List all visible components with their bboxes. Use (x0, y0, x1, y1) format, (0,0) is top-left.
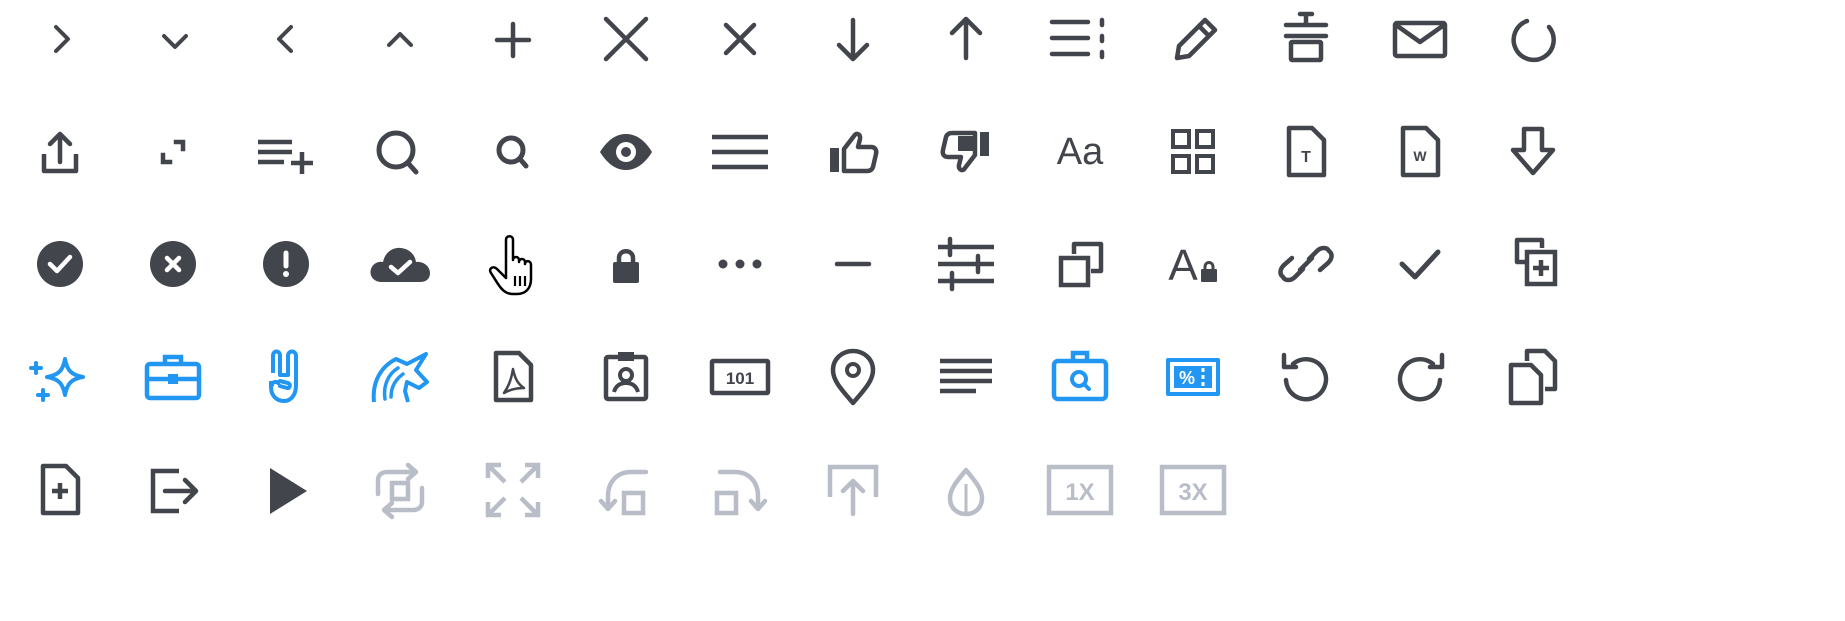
rock-hand-icon (246, 337, 326, 417)
warning-circle-icon[interactable] (246, 224, 326, 304)
trash-icon[interactable] (1266, 0, 1346, 80)
location-pin-icon[interactable] (813, 337, 893, 417)
word-file-letter: W (1413, 148, 1427, 164)
repeat-frame-icon (360, 450, 440, 530)
error-circle-icon[interactable] (133, 224, 213, 304)
add-copy-icon[interactable] (1493, 224, 1573, 304)
arrow-up-icon[interactable] (926, 0, 1006, 80)
font-lock-icon[interactable]: A (1153, 224, 1233, 304)
briefcase-icon[interactable] (133, 337, 213, 417)
more-dots-icon[interactable] (700, 224, 780, 304)
speed-1x-icon[interactable]: 1X (1040, 450, 1120, 530)
link-icon[interactable] (1266, 224, 1346, 304)
align-left-icon[interactable] (926, 337, 1006, 417)
play-icon[interactable] (246, 450, 326, 530)
fullscreen-icon (473, 450, 553, 530)
text-file-icon[interactable]: T (1266, 112, 1346, 192)
sliders-icon[interactable] (926, 224, 1006, 304)
eye-icon[interactable] (586, 112, 666, 192)
font-size-icon[interactable]: Aa (1040, 112, 1120, 192)
speed-3x-icon[interactable]: 3X (1153, 450, 1233, 530)
job-search-icon[interactable] (1040, 337, 1120, 417)
menu-lines-icon[interactable] (700, 112, 780, 192)
grid-view-icon[interactable] (1153, 112, 1233, 192)
collapse-icon[interactable] (133, 112, 213, 192)
chevron-left-icon[interactable] (245, 0, 325, 80)
check-circle-icon[interactable] (20, 224, 100, 304)
add-file-icon[interactable] (20, 450, 100, 530)
font-size-label: Aa (1057, 131, 1104, 173)
mail-icon[interactable] (1380, 0, 1460, 80)
icon-grid: Aa T W A 101 % 1X 3X (0, 0, 1845, 621)
redo-icon[interactable] (1380, 337, 1460, 417)
pdf-file-icon[interactable] (473, 337, 553, 417)
close-icon[interactable] (700, 0, 780, 80)
chevron-up-icon[interactable] (360, 0, 440, 80)
hand-pointer-icon (473, 224, 553, 304)
id-badge-icon[interactable] (586, 337, 666, 417)
logout-icon[interactable] (133, 450, 213, 530)
cloud-check-icon[interactable] (360, 224, 440, 304)
share-upload-icon[interactable] (20, 112, 100, 192)
close-large-icon[interactable] (586, 0, 666, 80)
plus-icon[interactable] (473, 0, 553, 80)
chevron-right-icon[interactable] (22, 0, 102, 80)
list-dashed-icon[interactable] (1040, 0, 1120, 80)
upload-frame-icon (813, 450, 893, 530)
word-file-icon[interactable]: W (1380, 112, 1460, 192)
rotate-left-icon (586, 450, 666, 530)
unicorn-icon (360, 337, 440, 417)
minus-icon[interactable] (813, 224, 893, 304)
coupon-symbol: % (1179, 368, 1195, 388)
checkmark-icon[interactable] (1380, 224, 1460, 304)
bank-note-label: 101 (726, 369, 754, 388)
chevron-down-icon[interactable] (135, 0, 215, 80)
coupon-icon[interactable]: % (1153, 337, 1233, 417)
lock-icon[interactable] (586, 224, 666, 304)
playlist-add-icon[interactable] (246, 112, 326, 192)
copy-files-icon[interactable] (1493, 337, 1573, 417)
bank-note-icon[interactable]: 101 (700, 337, 780, 417)
pencil-icon[interactable] (1155, 0, 1235, 80)
search-large-icon[interactable] (358, 112, 438, 192)
thumbs-up-icon[interactable] (813, 112, 893, 192)
arrow-down-icon[interactable] (813, 0, 893, 80)
rotate-right-icon (700, 450, 780, 530)
duplicate-icon[interactable] (1040, 224, 1120, 304)
thumbs-down-icon[interactable] (926, 112, 1006, 192)
search-small-icon[interactable] (472, 112, 552, 192)
undo-icon[interactable] (1266, 337, 1346, 417)
download-arrow-icon[interactable] (1493, 112, 1573, 192)
speed-3x-label: 3X (1178, 479, 1207, 506)
droplet-icon (926, 450, 1006, 530)
font-lock-letter: A (1168, 241, 1198, 290)
spinner-icon (1493, 0, 1573, 80)
speed-1x-label: 1X (1065, 479, 1094, 506)
text-file-letter: T (1301, 149, 1311, 166)
sparkles-icon (20, 337, 100, 417)
